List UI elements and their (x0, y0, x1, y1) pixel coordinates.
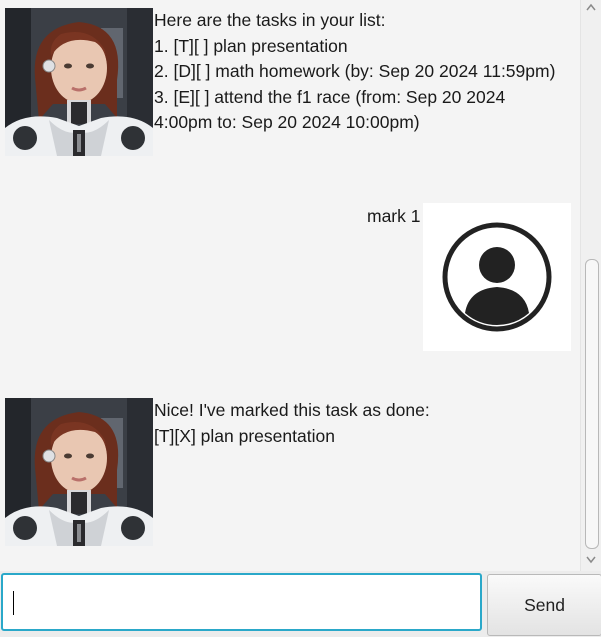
robot-woman-avatar-icon (5, 398, 153, 546)
bot-message-line: 1. [T][ ] plan presentation (154, 35, 348, 56)
bot-message-line: Here are the tasks in your list: (154, 10, 386, 30)
scrollbar-thumb[interactable] (585, 259, 599, 549)
chat-scroll-pane: Here are the tasks in your list: 1. [T][… (0, 0, 580, 571)
bot-avatar-image (5, 398, 153, 546)
send-button[interactable]: Send (487, 574, 601, 636)
user-profile-icon (442, 222, 552, 332)
bot-message-line: [T][X] plan presentation (154, 425, 335, 446)
message-input[interactable] (1, 573, 482, 631)
chevron-up-icon[interactable] (586, 3, 596, 15)
bot-message-line: 3. [E][ ] attend the f1 race (from: Sep … (154, 86, 506, 107)
bot-message-line: 2. [D][ ] math homework (by: Sep 20 2024… (154, 61, 556, 82)
user-message-line: mark 1 (367, 206, 421, 226)
bot-message-line: 4:00pm to: Sep 20 2024 10:00pm) (154, 112, 420, 133)
bot-message-text: Here are the tasks in your list: 1. [T][… (154, 8, 555, 136)
robot-woman-avatar-icon (5, 8, 153, 156)
bot-message-text: Nice! I've marked this task as done: [T]… (154, 398, 430, 449)
vertical-scrollbar[interactable] (580, 0, 601, 571)
user-avatar-image (423, 203, 571, 351)
bot-avatar-image (5, 8, 153, 156)
text-caret (13, 591, 14, 615)
user-message-text: mark 1 (367, 204, 420, 230)
chevron-down-icon[interactable] (586, 556, 596, 568)
bot-message-line: Nice! I've marked this task as done: (154, 400, 430, 420)
